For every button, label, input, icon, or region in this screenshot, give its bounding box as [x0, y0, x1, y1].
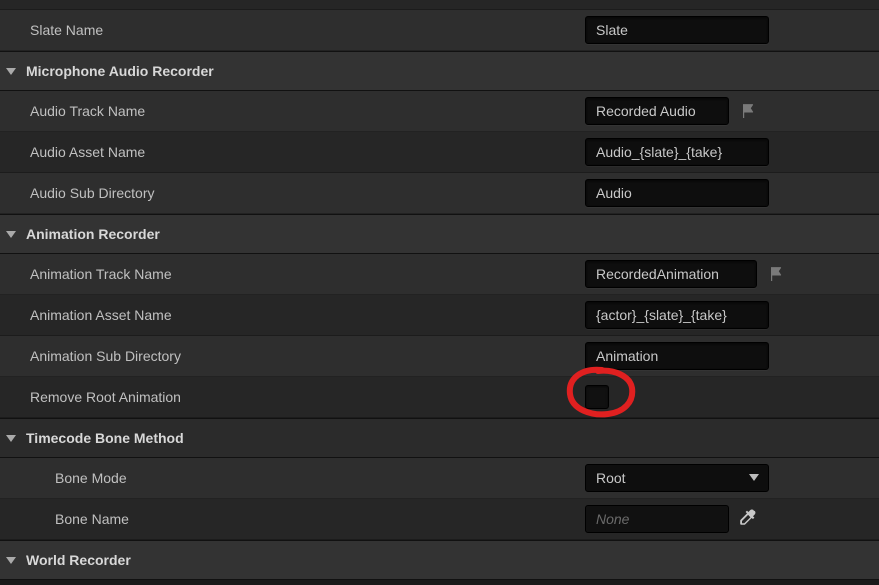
animation-asset-name-input[interactable] — [585, 301, 769, 329]
section-animation-recorder[interactable]: Animation Recorder — [0, 214, 879, 254]
section-timecode-bone-method[interactable]: Timecode Bone Method — [0, 418, 879, 458]
audio-asset-name-label: Audio Asset Name — [30, 144, 145, 160]
disclosure-triangle-icon — [4, 553, 18, 567]
section-title: Animation Recorder — [26, 226, 160, 242]
audio-asset-name-input[interactable] — [585, 138, 769, 166]
bone-name-input[interactable]: None — [585, 505, 729, 533]
row-animation-track-name: Animation Track Name — [0, 254, 879, 295]
flag-icon[interactable] — [767, 265, 785, 283]
chevron-down-icon — [748, 470, 760, 486]
audio-track-name-input[interactable] — [585, 97, 729, 125]
remove-root-animation-label: Remove Root Animation — [30, 389, 181, 405]
disclosure-triangle-icon — [4, 431, 18, 445]
section-title: World Recorder — [26, 552, 131, 568]
section-microphone-audio-recorder[interactable]: Microphone Audio Recorder — [0, 51, 879, 91]
animation-asset-name-label: Animation Asset Name — [30, 307, 172, 323]
row-animation-asset-name: Animation Asset Name — [0, 295, 879, 336]
bone-mode-select[interactable]: Root — [585, 464, 769, 492]
remove-root-animation-checkbox[interactable] — [585, 385, 609, 409]
row-animation-sub-directory: Animation Sub Directory — [0, 336, 879, 377]
disclosure-triangle-icon — [4, 64, 18, 78]
slate-name-label: Slate Name — [30, 22, 103, 38]
audio-track-name-label: Audio Track Name — [30, 103, 145, 119]
animation-track-name-input[interactable] — [585, 260, 757, 288]
bone-name-label: Bone Name — [55, 511, 129, 527]
slate-name-input[interactable] — [585, 16, 769, 44]
audio-sub-directory-input[interactable] — [585, 179, 769, 207]
row-audio-asset-name: Audio Asset Name — [0, 132, 879, 173]
bone-mode-value: Root — [596, 470, 626, 486]
disclosure-triangle-icon — [4, 227, 18, 241]
row-bone-mode: Bone Mode Root — [0, 458, 879, 499]
bone-name-placeholder: None — [596, 511, 629, 527]
animation-sub-directory-label: Animation Sub Directory — [30, 348, 181, 364]
row-remove-root-animation: Remove Root Animation — [0, 377, 879, 418]
animation-track-name-label: Animation Track Name — [30, 266, 172, 282]
row-audio-sub-directory: Audio Sub Directory — [0, 173, 879, 214]
flag-icon[interactable] — [739, 102, 757, 120]
section-title: Timecode Bone Method — [26, 430, 184, 446]
audio-sub-directory-label: Audio Sub Directory — [30, 185, 155, 201]
eyedropper-icon[interactable] — [739, 509, 759, 529]
section-world-recorder[interactable]: World Recorder — [0, 540, 879, 580]
section-title: Microphone Audio Recorder — [26, 63, 214, 79]
animation-sub-directory-input[interactable] — [585, 342, 769, 370]
row-bone-name: Bone Name None — [0, 499, 879, 540]
row-audio-track-name: Audio Track Name — [0, 91, 879, 132]
row-slate-name: Slate Name — [0, 10, 879, 51]
bone-mode-label: Bone Mode — [55, 470, 127, 486]
